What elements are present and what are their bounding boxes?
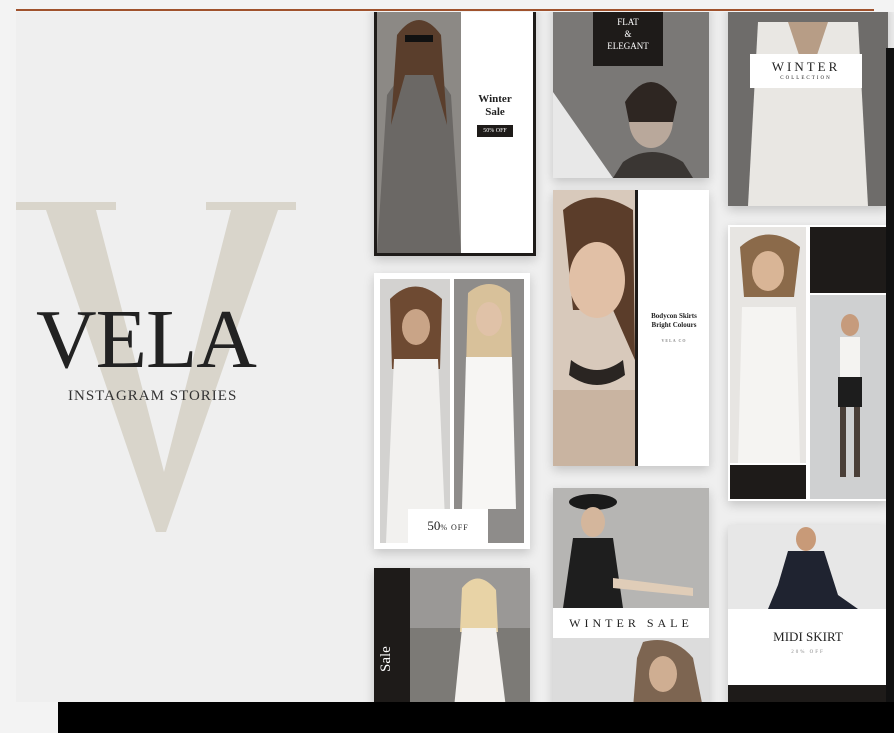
model-photo: [728, 12, 888, 206]
model-photo: [380, 279, 450, 543]
fifty-off-badge: 50% OFF: [408, 509, 488, 543]
right-edge-bar: [886, 48, 894, 702]
dark-tile: [730, 465, 806, 499]
model-photo: [553, 488, 709, 608]
divider-strip: [635, 190, 638, 466]
model-photo: [553, 190, 635, 466]
flat-elegant-block: FLAT & ELEGANT: [593, 12, 663, 66]
winter-sale-badge: 50% OFF: [477, 125, 513, 137]
dark-band: [728, 685, 888, 702]
top-accent-line: [16, 9, 874, 11]
winter-collection-box: WINTER COLLECTION: [750, 54, 862, 88]
model-photo: [728, 525, 888, 609]
model-photo: [377, 12, 461, 253]
brand-title: VELA: [36, 293, 257, 386]
story-card-winter-collection: WINTER COLLECTION: [728, 12, 888, 206]
winter-sale-title: Winter Sale: [478, 93, 512, 118]
model-photo: [410, 568, 530, 702]
story-card-flat-elegant: FLAT & ELEGANT: [553, 12, 709, 178]
story-card-bodycon: Bodycon Skirts Bright Colours VELA CO: [553, 190, 709, 466]
promo-canvas: VELA INSTAGRAM STORIES Winter Sale 50% O…: [16, 12, 894, 702]
bodycon-text: Bodycon Skirts Bright Colours VELA CO: [651, 312, 697, 343]
vertical-sale-text: Sale: [378, 646, 394, 672]
midi-skirt-title: MIDI SKIRT 20% OFF: [773, 629, 843, 655]
story-card-midi-skirt: MIDI SKIRT 20% OFF: [728, 525, 888, 702]
model-photo: [810, 295, 886, 499]
model-photo: [730, 227, 806, 463]
dark-tile: [810, 227, 886, 293]
story-card-winter-sale: Winter Sale 50% OFF: [374, 12, 536, 256]
story-card-editorial: [728, 225, 888, 501]
story-card-fifty-off: 50% OFF: [374, 273, 530, 549]
side-strip: [374, 568, 410, 702]
model-photo: [553, 638, 709, 702]
model-photo: [454, 279, 524, 543]
winter-sale-banner-text: WINTER SALE: [553, 610, 709, 636]
bottom-bar: [58, 702, 894, 733]
story-card-winter-sale-banner: WINTER SALE: [553, 488, 709, 702]
story-card-vertical-sale: Sale: [374, 568, 530, 702]
brand-subtitle: INSTAGRAM STORIES: [68, 388, 238, 404]
